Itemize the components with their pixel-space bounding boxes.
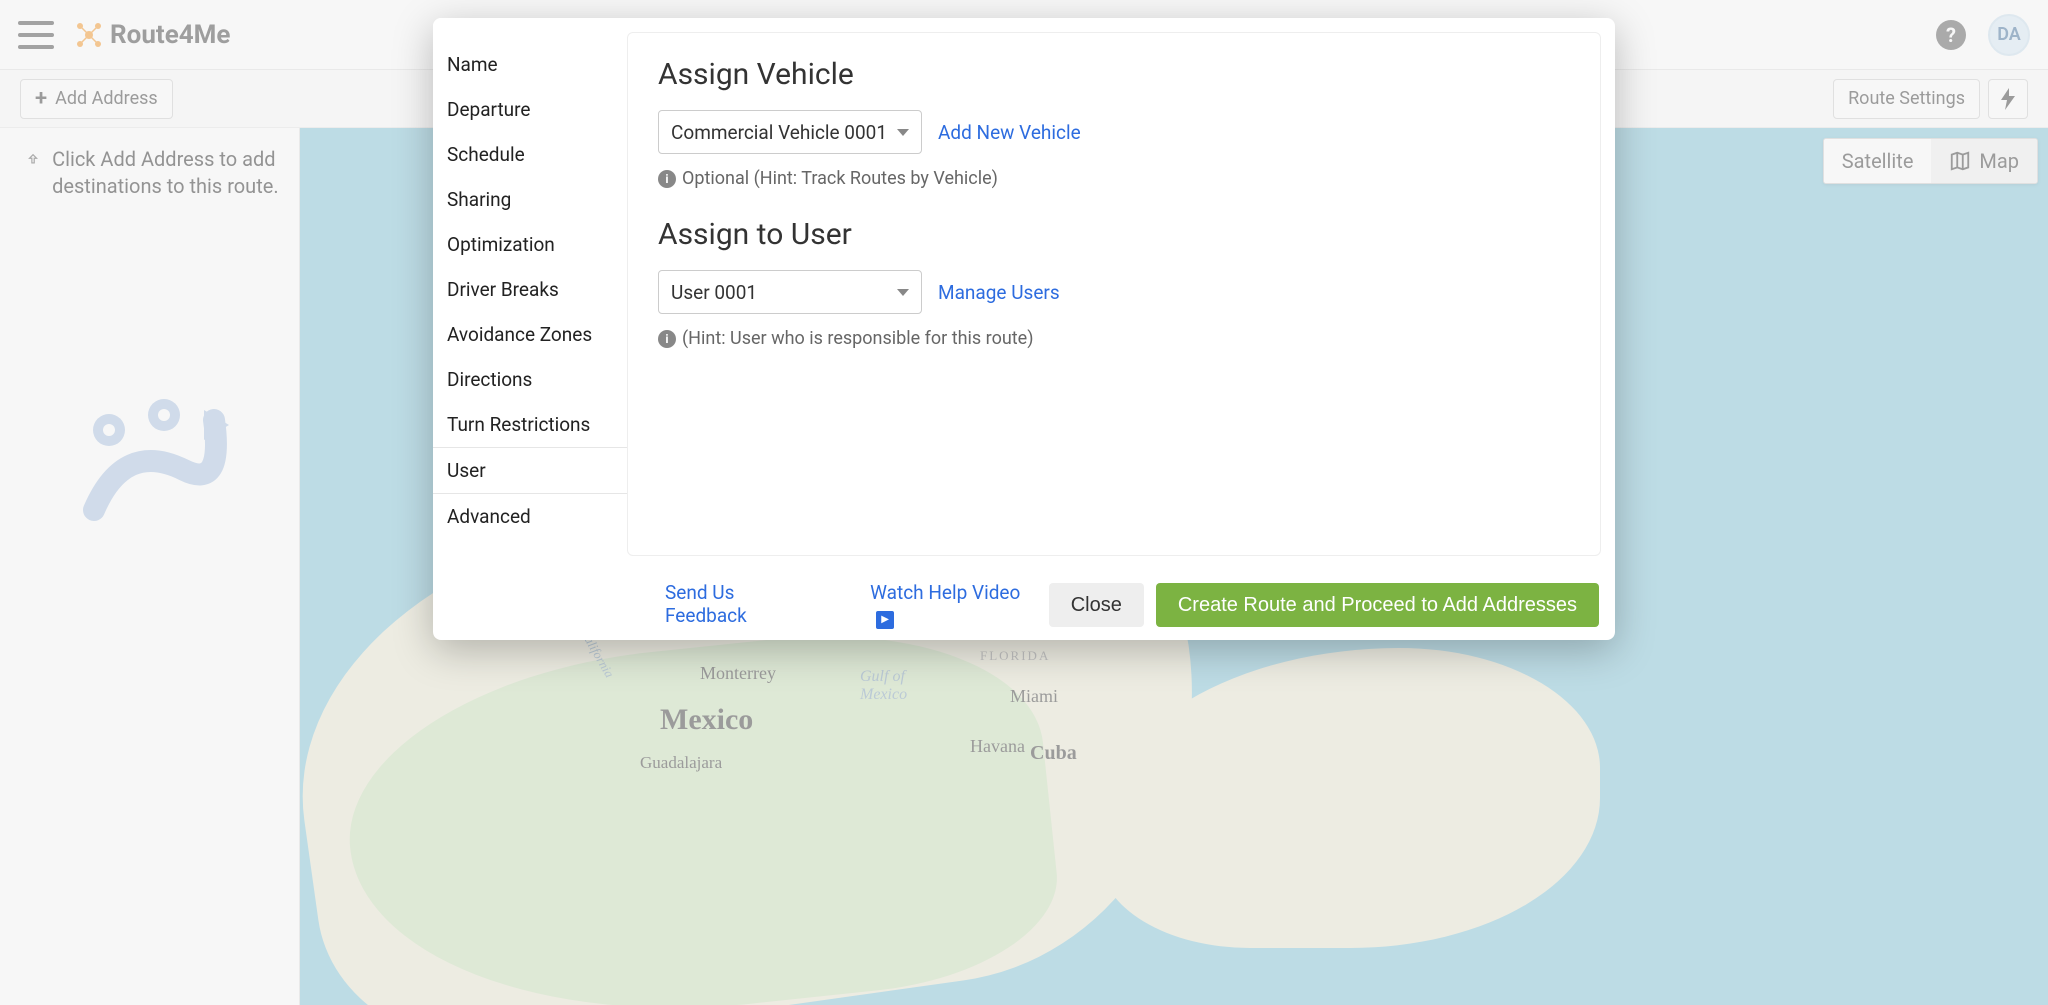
modal-nav-optimization[interactable]: Optimization (433, 222, 627, 267)
user-hint: (Hint: User who is responsible for this … (682, 328, 1033, 349)
modal-nav-avoidance-zones[interactable]: Avoidance Zones (433, 312, 627, 357)
modal-nav-directions[interactable]: Directions (433, 357, 627, 402)
modal-nav-user[interactable]: User (433, 447, 627, 494)
modal-nav-sharing[interactable]: Sharing (433, 177, 627, 222)
modal-overlay: Name Departure Schedule Sharing Optimiza… (0, 0, 2048, 1005)
user-select-value: User 0001 (671, 281, 757, 304)
modal-nav-schedule[interactable]: Schedule (433, 132, 627, 177)
chevron-down-icon (897, 129, 909, 136)
user-select[interactable]: User 0001 (658, 270, 922, 314)
modal-nav: Name Departure Schedule Sharing Optimiza… (433, 18, 627, 570)
vehicle-hint: Optional (Hint: Track Routes by Vehicle) (682, 168, 998, 189)
send-feedback-link[interactable]: Send Us Feedback (665, 581, 810, 629)
modal-nav-driver-breaks[interactable]: Driver Breaks (433, 267, 627, 312)
create-route-button[interactable]: Create Route and Proceed to Add Addresse… (1156, 583, 1599, 627)
add-new-vehicle-link[interactable]: Add New Vehicle (938, 121, 1081, 144)
modal-nav-name[interactable]: Name (433, 42, 627, 87)
modal-nav-advanced[interactable]: Advanced (433, 494, 627, 539)
close-button[interactable]: Close (1049, 583, 1144, 627)
assign-vehicle-title: Assign Vehicle (658, 57, 1570, 92)
play-icon: ▶ (876, 611, 894, 629)
help-video-label: Watch Help Video (870, 581, 1020, 604)
watch-help-video-link[interactable]: Watch Help Video ▶ (870, 581, 1037, 629)
modal-footer: Send Us Feedback Watch Help Video ▶ Clos… (433, 570, 1615, 640)
info-icon: i (658, 170, 676, 188)
route-settings-modal: Name Departure Schedule Sharing Optimiza… (433, 18, 1615, 640)
chevron-down-icon (897, 289, 909, 296)
manage-users-link[interactable]: Manage Users (938, 281, 1060, 304)
modal-content: Assign Vehicle Commercial Vehicle 0001 A… (627, 32, 1601, 556)
assign-user-title: Assign to User (658, 217, 1570, 252)
vehicle-select-value: Commercial Vehicle 0001 (671, 121, 887, 144)
info-icon: i (658, 330, 676, 348)
vehicle-select[interactable]: Commercial Vehicle 0001 (658, 110, 922, 154)
modal-nav-departure[interactable]: Departure (433, 87, 627, 132)
modal-nav-turn-restrictions[interactable]: Turn Restrictions (433, 402, 627, 447)
